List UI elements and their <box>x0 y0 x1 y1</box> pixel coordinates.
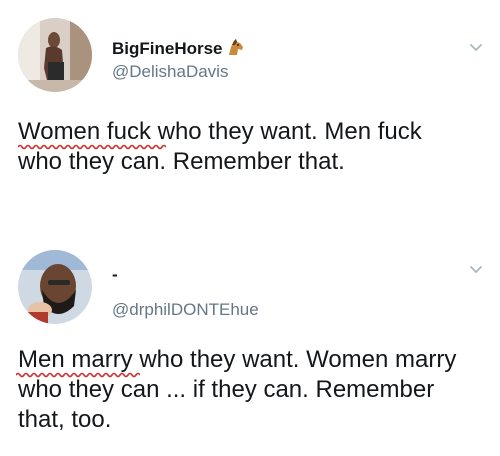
horse-face-icon <box>225 37 245 62</box>
chevron-down-icon[interactable] <box>468 40 484 56</box>
tweet-card: - @drphilDONTEhue Men marry who they wan… <box>0 238 500 456</box>
chevron-down-icon[interactable] <box>468 262 484 278</box>
user-avatar-icon <box>18 18 92 92</box>
spellcheck-underline <box>16 372 140 378</box>
tweet-card: BigFineHorse @DelishaDavis Women fuck wh… <box>0 0 500 210</box>
user-avatar-icon <box>18 250 92 324</box>
display-name-text: BigFineHorse <box>112 39 223 58</box>
avatar[interactable] <box>18 18 92 92</box>
avatar[interactable] <box>18 250 92 324</box>
tweet-text: Men marry who they want. Women marry who… <box>18 346 457 433</box>
display-name[interactable]: - <box>112 265 118 285</box>
user-handle[interactable]: @drphilDONTEhue <box>112 300 259 320</box>
display-name[interactable]: BigFineHorse <box>112 37 245 62</box>
user-handle[interactable]: @DelishaDavis <box>112 62 228 82</box>
spellcheck-underline <box>18 144 166 150</box>
